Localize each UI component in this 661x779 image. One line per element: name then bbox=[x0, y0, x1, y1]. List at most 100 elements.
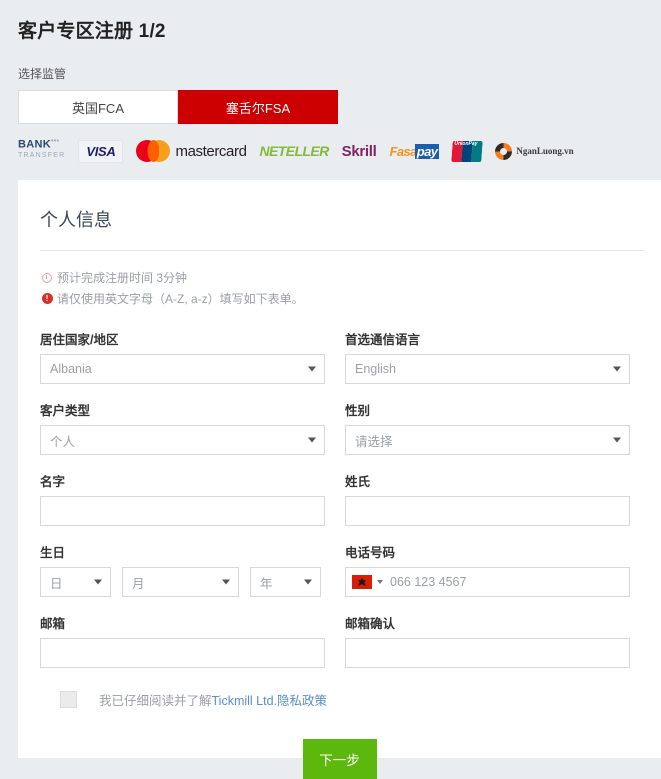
email-confirm-input[interactable] bbox=[345, 638, 630, 668]
last-name-label: 姓氏 bbox=[345, 475, 371, 489]
skrill-logo: Skrill bbox=[342, 138, 377, 164]
note-estimated-time-text: 预计完成注册时间 3分钟 bbox=[57, 271, 188, 285]
email-label: 邮箱 bbox=[40, 617, 66, 631]
chevron-down-icon bbox=[613, 437, 621, 443]
birthday-day-value: 日 bbox=[50, 576, 63, 591]
language-value: English bbox=[355, 362, 396, 376]
birthday-month-select[interactable]: 月 bbox=[122, 567, 239, 597]
section-divider bbox=[40, 250, 644, 251]
birthday-label: 生日 bbox=[40, 546, 66, 560]
exclamation-icon: ! bbox=[40, 293, 54, 304]
chevron-down-icon bbox=[222, 579, 230, 585]
field-phone: 电话号码 066 123 4567 bbox=[345, 542, 630, 597]
chevron-down-icon bbox=[308, 437, 316, 443]
privacy-policy-link[interactable]: Tickmill Ltd.隐私政策 bbox=[212, 694, 328, 708]
field-email: 邮箱 bbox=[40, 613, 325, 668]
note-estimated-time: 预计完成注册时间 3分钟 bbox=[40, 269, 639, 286]
language-select[interactable]: English bbox=[345, 354, 630, 384]
gender-select[interactable]: 请选择 bbox=[345, 425, 630, 455]
chevron-down-icon bbox=[94, 579, 102, 585]
mastercard-logo: mastercard bbox=[136, 138, 247, 164]
regulator-tab-group: 英国FCA 塞舌尔FSA bbox=[18, 90, 338, 124]
registration-form-card: 个人信息 预计完成注册时间 3分钟 ! 请仅使用英文字母（A-Z, a-z）填写… bbox=[18, 180, 661, 779]
nganluong-logo: NganLuong.vn bbox=[495, 138, 574, 164]
country-label: 居住国家/地区 bbox=[40, 333, 119, 347]
unionpay-logo: UnionPay bbox=[451, 138, 484, 164]
fasapay-label-part2: pay bbox=[414, 143, 440, 159]
chevron-down-icon bbox=[304, 579, 312, 585]
bank-transfer-logo: BANK••• TRANSFER bbox=[18, 138, 65, 164]
form-row-country-language: 居住国家/地区 Albania 首选通信语言 English bbox=[40, 329, 639, 384]
neteller-logo: NETELLER bbox=[259, 138, 330, 164]
field-gender: 性别 请选择 bbox=[345, 400, 630, 455]
note-latin-only-text: 请仅使用英文字母（A-Z, a-z）填写如下表单。 bbox=[57, 292, 304, 306]
submit-row: 下一步 bbox=[40, 739, 639, 779]
neteller-label: NETELLER bbox=[259, 143, 330, 159]
field-birthday: 生日 日 月 年 bbox=[40, 542, 325, 597]
unionpay-label: UnionPay bbox=[454, 141, 478, 147]
birthday-year-value: 年 bbox=[260, 576, 273, 591]
next-step-button[interactable]: 下一步 bbox=[302, 739, 377, 779]
consent-text: 我已仔细阅读并了解Tickmill Ltd.隐私政策 bbox=[99, 690, 327, 709]
last-name-input[interactable] bbox=[345, 496, 630, 526]
nganluong-label: NganLuong.vn bbox=[516, 146, 574, 156]
phone-input-group[interactable]: 066 123 4567 bbox=[345, 567, 630, 597]
tab-seychelles-fsa[interactable]: 塞舌尔FSA bbox=[178, 90, 338, 124]
birthday-year-select[interactable]: 年 bbox=[250, 567, 321, 597]
bank-transfer-line2: TRANSFER bbox=[18, 151, 66, 159]
form-row-birthday-phone: 生日 日 月 年 电话号码 066 123 4567 bbox=[40, 542, 639, 597]
visa-logo: VISA bbox=[78, 138, 124, 164]
field-country: 居住国家/地区 Albania bbox=[40, 329, 325, 384]
chevron-down-icon[interactable] bbox=[377, 580, 383, 584]
birthday-month-value: 月 bbox=[132, 576, 145, 591]
field-client-type: 客户类型 个人 bbox=[40, 400, 325, 455]
chevron-down-icon bbox=[613, 366, 621, 372]
form-row-emails: 邮箱 邮箱确认 bbox=[40, 613, 639, 668]
field-first-name: 名字 bbox=[40, 471, 325, 526]
phone-label: 电话号码 bbox=[345, 546, 396, 560]
regulator-label: 选择监管 bbox=[18, 67, 67, 81]
phone-placeholder: 066 123 4567 bbox=[390, 575, 467, 589]
fasapay-label-part1: Fasa bbox=[389, 143, 418, 159]
chevron-down-icon bbox=[308, 366, 316, 372]
client-type-value: 个人 bbox=[50, 434, 76, 449]
gender-value: 请选择 bbox=[355, 434, 393, 449]
form-row-names: 名字 姓氏 bbox=[40, 471, 639, 526]
mastercard-label: mastercard bbox=[175, 142, 247, 160]
form-row-type-gender: 客户类型 个人 性别 请选择 bbox=[40, 400, 639, 455]
field-email-confirm: 邮箱确认 bbox=[345, 613, 630, 668]
email-input[interactable] bbox=[40, 638, 325, 668]
field-language: 首选通信语言 English bbox=[345, 329, 630, 384]
client-type-select[interactable]: 个人 bbox=[40, 425, 325, 455]
fasapay-logo: Fasa pay bbox=[390, 138, 440, 164]
birthday-day-select[interactable]: 日 bbox=[40, 567, 111, 597]
birthday-group: 日 月 年 bbox=[40, 567, 325, 597]
mastercard-circles-icon bbox=[136, 140, 171, 162]
first-name-input[interactable] bbox=[40, 496, 325, 526]
language-label: 首选通信语言 bbox=[345, 333, 421, 347]
payment-logos: BANK••• TRANSFER VISA mastercard NETELLE… bbox=[0, 124, 661, 180]
gender-label: 性别 bbox=[345, 404, 371, 418]
privacy-policy-checkbox[interactable] bbox=[60, 691, 77, 708]
country-select[interactable]: Albania bbox=[40, 354, 325, 384]
skrill-label: Skrill bbox=[341, 142, 377, 160]
form-notes: 预计完成注册时间 3分钟 ! 请仅使用英文字母（A-Z, a-z）填写如下表单。 bbox=[40, 269, 639, 307]
consent-row: 我已仔细阅读并了解Tickmill Ltd.隐私政策 bbox=[60, 690, 639, 709]
section-title: 个人信息 bbox=[40, 210, 112, 230]
field-last-name: 姓氏 bbox=[345, 471, 630, 526]
country-value: Albania bbox=[50, 362, 92, 376]
bank-transfer-dots: ••• bbox=[50, 138, 60, 145]
albania-flag-icon[interactable] bbox=[352, 575, 372, 589]
page-title: 客户专区注册 1/2 bbox=[18, 21, 166, 42]
consent-prefix: 我已仔细阅读并了解 bbox=[99, 694, 212, 708]
note-latin-only: ! 请仅使用英文字母（A-Z, a-z）填写如下表单。 bbox=[40, 290, 639, 307]
first-name-label: 名字 bbox=[40, 475, 66, 489]
visa-label: VISA bbox=[78, 139, 124, 163]
nganluong-swirl-icon bbox=[495, 142, 513, 160]
email-confirm-label: 邮箱确认 bbox=[345, 617, 396, 631]
client-type-label: 客户类型 bbox=[40, 404, 91, 418]
page-header: 客户专区注册 1/2 选择监管 英国FCA 塞舌尔FSA bbox=[0, 0, 661, 124]
bank-transfer-line1: BANK bbox=[18, 138, 51, 151]
tab-uk-fca[interactable]: 英国FCA bbox=[18, 90, 178, 124]
clock-icon bbox=[40, 272, 54, 283]
